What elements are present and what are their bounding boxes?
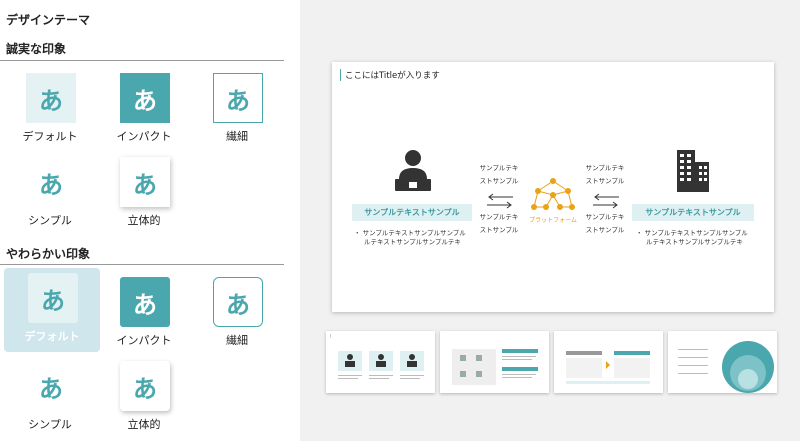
mid-right-top-text: サンプルテキ ストサンプル — [585, 164, 625, 185]
theme-swatch: あ — [26, 157, 76, 207]
theme-soft-thin[interactable]: あ 繊細 — [189, 272, 285, 356]
theme-sincere-default[interactable]: あ デフォルト — [2, 68, 98, 152]
theme-swatch: あ — [28, 273, 78, 323]
slide-thumbnail-1[interactable]: ▏ — [326, 331, 435, 393]
slide-title: ここにはTitleが入ります — [340, 69, 440, 81]
theme-soft-impact[interactable]: あ インパクト — [96, 272, 192, 356]
theme-swatch: あ — [26, 361, 76, 411]
left-bullet-line: ルテキストサンプルサンプルテキ — [364, 238, 461, 246]
building-icon — [677, 150, 709, 192]
exchange-arrows-icon — [487, 193, 513, 209]
person-laptop-icon — [395, 150, 431, 191]
exchange-arrows-icon — [593, 193, 619, 209]
right-bullet: ・ サンプルテキストサンプルサンプル ルテキストサンプルサンプルテキ — [636, 229, 748, 247]
theme-label: シンプル — [28, 214, 72, 227]
theme-soft-default[interactable]: あ デフォルト — [4, 268, 100, 352]
mid-left-bottom-text: サンプルテキ ストサンプル — [479, 213, 519, 234]
left-bullet: ・ サンプルテキストサンプルサンプル ルテキストサンプルサンプルテキ — [354, 229, 466, 247]
theme-soft-solid[interactable]: あ 立体的 — [96, 356, 192, 440]
theme-panel: デザインテーマ 誠実な印象 あ デフォルト あ インパクト あ 繊細 あ シンプ… — [0, 0, 300, 441]
left-bullet-line: ・ サンプルテキストサンプルサンプル — [354, 229, 466, 237]
theme-swatch: あ — [213, 73, 263, 123]
theme-label: 繊細 — [226, 334, 248, 347]
theme-label: 立体的 — [127, 214, 161, 227]
right-label: サンプルテキストサンプル — [632, 204, 754, 221]
theme-sincere-impact[interactable]: あ インパクト — [96, 68, 192, 152]
right-bullet-line: ルテキストサンプルサンプルテキ — [646, 238, 743, 246]
preview-area: ここにはTitleが入ります サンプルテキストサンプル ・ サンプルテキストサン… — [300, 0, 800, 441]
slide-thumbnail-3[interactable] — [554, 331, 663, 393]
network-icon — [531, 178, 575, 210]
thumbnail-grid-graphic — [452, 349, 538, 385]
theme-soft-simple[interactable]: あ シンプル — [2, 356, 98, 440]
theme-label: 立体的 — [127, 418, 161, 431]
theme-swatch: あ — [120, 73, 170, 123]
section-divider — [0, 264, 284, 265]
section-divider — [0, 60, 284, 61]
theme-label: 繊細 — [226, 130, 248, 143]
theme-label: デフォルト — [22, 130, 78, 143]
theme-swatch: あ — [26, 73, 76, 123]
theme-swatch: あ — [120, 361, 170, 411]
theme-sincere-thin[interactable]: あ 繊細 — [189, 68, 285, 152]
theme-sincere-solid[interactable]: あ 立体的 — [96, 152, 192, 236]
right-bullet-line: ・ サンプルテキストサンプルサンプル — [636, 229, 748, 237]
theme-sincere-simple[interactable]: あ シンプル — [2, 152, 98, 236]
theme-swatch: あ — [213, 277, 263, 327]
left-label: サンプルテキストサンプル — [352, 204, 472, 221]
theme-label: シンプル — [28, 418, 72, 431]
theme-swatch: あ — [120, 277, 170, 327]
platform-label: プラットフォーム — [529, 217, 577, 224]
thumbnail-process-graphic — [566, 351, 650, 384]
theme-label: デフォルト — [24, 330, 80, 343]
slide-thumbnail-2[interactable] — [440, 331, 549, 393]
thumbnail-circles-graphic — [678, 341, 774, 393]
thumbnail-people-graphic — [338, 351, 424, 379]
slide-preview[interactable]: ここにはTitleが入ります サンプルテキストサンプル ・ サンプルテキストサン… — [332, 62, 774, 312]
mid-left-top-text: サンプルテキ ストサンプル — [479, 164, 519, 185]
section-title-sincere: 誠実な印象 — [6, 42, 67, 56]
slide-thumbnail-4[interactable] — [668, 331, 777, 393]
theme-swatch: あ — [120, 157, 170, 207]
mid-right-bottom-text: サンプルテキ ストサンプル — [585, 213, 625, 234]
panel-title: デザインテーマ — [6, 13, 91, 27]
section-title-soft: やわらかい印象 — [6, 247, 91, 261]
theme-label: インパクト — [116, 334, 172, 347]
theme-label: インパクト — [116, 130, 172, 143]
